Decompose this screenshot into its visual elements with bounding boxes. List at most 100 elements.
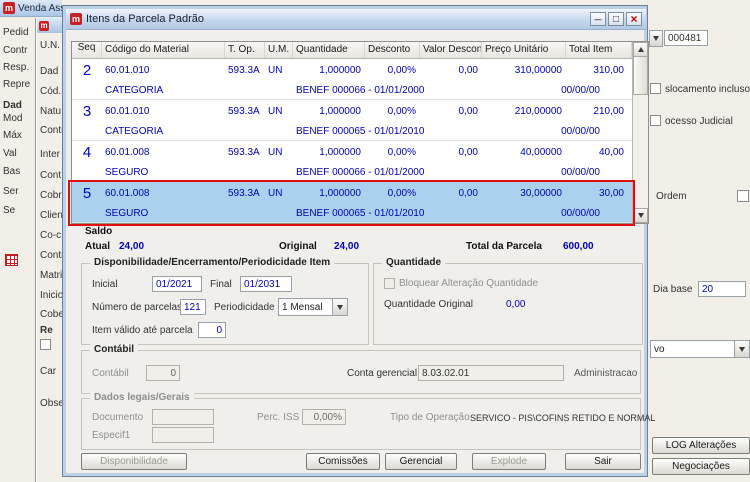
- column-header-preco[interactable]: Preço Unitário: [482, 42, 566, 58]
- app-icon: [39, 21, 49, 31]
- row-top: 593.3A: [225, 65, 265, 76]
- numero-field[interactable]: 000481: [664, 30, 708, 46]
- background-window-titlebar: Venda Assistencial: [0, 0, 62, 17]
- negociacoes-button[interactable]: Negociações: [652, 458, 750, 475]
- row-top: 593.3A: [225, 106, 265, 117]
- scroll-up-button[interactable]: [633, 42, 648, 57]
- field-label-obse: Obse: [40, 398, 64, 409]
- chevron-down-icon: [332, 299, 347, 315]
- field-label-ser: Ser: [3, 186, 19, 197]
- field-label-max: Máx: [3, 130, 22, 141]
- table-row[interactable]: 3 60.01.010 593.3A UN 1,000000 0,00% 0,0…: [72, 100, 632, 141]
- row-data: 00/00/00: [482, 126, 632, 137]
- periodicidade-value: 1 Mensal: [279, 302, 332, 313]
- row-beneficio: BENEF 000065 - 01/01/2010: [293, 208, 482, 219]
- comissoes-button[interactable]: Comissões: [306, 453, 380, 470]
- quantidade-group-title: Quantidade: [382, 257, 445, 268]
- ordem-checkbox[interactable]: [737, 190, 749, 202]
- row-codigo: 60.01.008: [102, 147, 225, 158]
- column-header-quantidade[interactable]: Quantidade: [293, 42, 365, 58]
- chevron-down-icon[interactable]: [649, 30, 663, 47]
- field-label-dad: Dad: [40, 66, 58, 77]
- column-header-total[interactable]: Total Item: [566, 42, 632, 58]
- quantidade-group: Quantidade Bloquear Alteração Quantidade…: [373, 263, 643, 345]
- status-value: vo: [651, 344, 734, 355]
- column-header-desconto[interactable]: Desconto: [365, 42, 420, 58]
- final-input[interactable]: 01/2031: [240, 276, 292, 292]
- row-top: 593.3A: [225, 188, 265, 199]
- inicial-input[interactable]: 01/2021: [152, 276, 202, 292]
- maximize-button[interactable]: [608, 12, 624, 26]
- periodicidade-select[interactable]: 1 Mensal: [278, 298, 348, 316]
- scroll-down-button[interactable]: [633, 208, 648, 223]
- background-checkbox[interactable]: [40, 339, 51, 350]
- disponibilidade-group-title: Disponibilidade/Encerramento/Periodicida…: [90, 257, 334, 268]
- field-label-contrato: Contr: [3, 45, 27, 56]
- row-valor-desconto: 0,00: [420, 147, 482, 158]
- row-desconto: 0,00%: [365, 147, 420, 158]
- table-row-selected[interactable]: 5 60.01.008 593.3A UN 1,000000 0,00% 0,0…: [72, 182, 632, 223]
- minimize-icon: [595, 14, 602, 24]
- processo-judicial-checkbox[interactable]: [650, 115, 661, 126]
- conta-gerencial-desc: Administracao: [574, 368, 637, 379]
- dia-base-input[interactable]: 20: [698, 281, 746, 297]
- row-total: 30,00: [566, 188, 632, 199]
- row-codigo: 60.01.010: [102, 65, 225, 76]
- column-header-valor-desconto[interactable]: Valor Desconto: [420, 42, 482, 58]
- dados-legais-group-title: Dados legais/Gerais: [90, 392, 194, 403]
- processo-judicial-label: ocesso Judicial: [665, 116, 733, 127]
- row-descricao: SEGURO: [102, 167, 293, 178]
- contabil-label: Contábil: [92, 368, 129, 379]
- saldo-atual-value: 24,00: [119, 241, 144, 252]
- grid-header: Seq Código do Material T. Op. U.M. Quant…: [72, 42, 632, 59]
- disponibilidade-button: Disponibilidade: [81, 453, 187, 470]
- row-quantidade: 1,000000: [293, 188, 365, 199]
- row-seq: 5: [72, 185, 102, 202]
- item-valido-input[interactable]: 0: [198, 322, 226, 338]
- table-row[interactable]: 4 60.01.008 593.3A UN 1,000000 0,00% 0,0…: [72, 141, 632, 182]
- sair-button[interactable]: Sair: [565, 453, 641, 470]
- deslocamento-checkbox[interactable]: [650, 83, 661, 94]
- log-alteracoes-button[interactable]: LOG Alterações: [652, 437, 750, 454]
- saldo-atual-label: Atual: [85, 241, 110, 252]
- field-label-car: Car: [40, 366, 56, 377]
- app-icon: [3, 2, 15, 14]
- saldo-title: Saldo: [85, 226, 112, 237]
- row-quantidade: 1,000000: [293, 106, 365, 117]
- final-label: Final: [210, 279, 240, 290]
- column-header-seq[interactable]: Seq: [72, 42, 102, 58]
- dialog-titlebar[interactable]: Itens da Parcela Padrão: [66, 9, 646, 30]
- field-label-matri: Matri: [40, 270, 62, 281]
- grid-scrollbar[interactable]: [632, 42, 648, 223]
- column-header-codigo[interactable]: Código do Material: [102, 42, 225, 58]
- row-quantidade: 1,000000: [293, 65, 365, 76]
- saldo-original-value: 24,00: [334, 241, 359, 252]
- gerencial-button[interactable]: Gerencial: [385, 453, 457, 470]
- column-header-top[interactable]: T. Op.: [225, 42, 265, 58]
- row-top: 593.3A: [225, 147, 265, 158]
- saldo-total-label: Total da Parcela: [466, 241, 542, 252]
- perc-iss-label: Perc. ISS: [257, 412, 299, 423]
- scrollbar-thumb[interactable]: [633, 57, 648, 95]
- column-header-um[interactable]: U.M.: [265, 42, 293, 58]
- dia-base-label: Dia base: [653, 284, 692, 295]
- field-label-re: Re: [40, 325, 53, 336]
- row-data: 00/00/00: [482, 85, 632, 96]
- close-icon: [630, 13, 637, 25]
- status-select[interactable]: vo: [650, 340, 750, 358]
- maximize-icon: [613, 14, 619, 25]
- inicial-label: Inicial: [92, 279, 152, 290]
- row-desconto: 0,00%: [365, 188, 420, 199]
- minimize-button[interactable]: [590, 12, 606, 26]
- row-codigo: 60.01.008: [102, 188, 225, 199]
- field-label-repre: Repre: [3, 79, 30, 90]
- table-row[interactable]: 2 60.01.010 593.3A UN 1,000000 0,00% 0,0…: [72, 59, 632, 100]
- close-button[interactable]: [626, 12, 642, 26]
- field-label-un: U.N.: [40, 40, 60, 51]
- parcelas-input[interactable]: 121: [180, 299, 206, 315]
- row-seq: 2: [72, 62, 102, 79]
- explode-button: Explode: [472, 453, 546, 470]
- field-label-clien: Clien: [40, 210, 63, 221]
- field-label-contr: Contr: [40, 125, 64, 136]
- bloquear-quantidade-label: Bloquear Alteração Quantidade: [399, 278, 538, 289]
